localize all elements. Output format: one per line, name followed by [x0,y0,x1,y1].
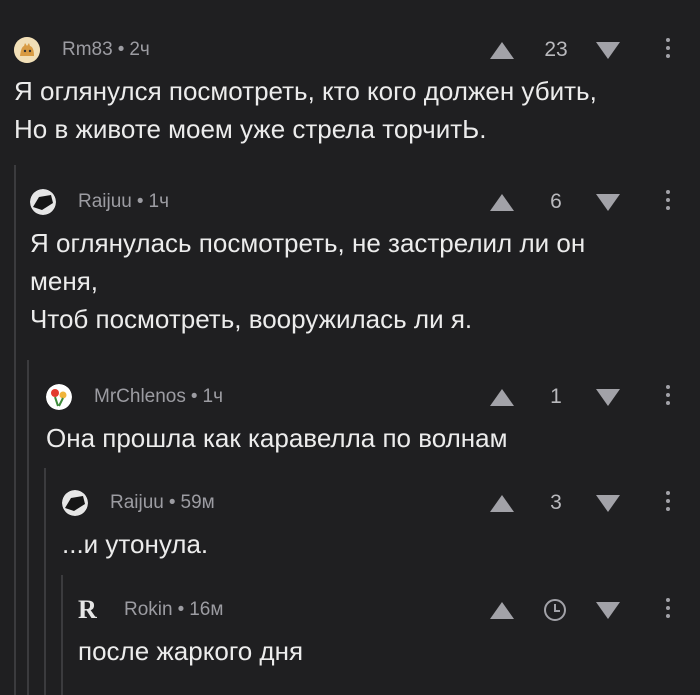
upvote-icon[interactable] [490,194,514,211]
comment: Rm83 • 2ч 23 Я оглянулся посмотреть, кто к… [14,28,700,148]
comment: MrChlenos • 1ч 1 Она прошла как каравелла … [46,375,700,457]
avatar[interactable] [30,189,56,215]
score: 6 [550,190,562,213]
comment-meta: Rm83 • 2ч [62,39,150,61]
meta-separator: • [190,386,198,407]
more-icon[interactable] [666,190,670,214]
comment-text: Я оглянулся посмотреть, кто кого должен … [14,76,597,144]
comment: Raijuu • 1ч 6 Я оглянулась посмотреть, не … [30,180,700,338]
score: 3 [550,491,562,514]
comment-meta: Raijuu • 59м [110,492,215,514]
comment-time: 1ч [148,191,169,212]
downvote-icon[interactable] [596,194,620,211]
upvote-icon[interactable] [490,602,514,619]
author-name[interactable]: Raijuu [110,492,164,513]
author-name[interactable]: Rm83 [62,39,113,60]
comment-header: Raijuu • 1ч 6 [30,180,700,220]
author-name[interactable]: Raijuu [78,191,132,212]
downvote-icon[interactable] [596,389,620,406]
dark-avatar-icon [30,189,56,215]
comment-text: после жаркого дня [78,636,304,666]
meta-separator: • [136,191,144,212]
comment: R Rokin • 16м после жаркого дня [78,588,700,670]
comment-text: ...и утонула. [62,529,209,559]
avatar[interactable]: R [78,597,98,623]
more-icon[interactable] [666,491,670,515]
downvote-icon[interactable] [596,495,620,512]
more-icon[interactable] [666,598,670,622]
comment-text: Я оглянулась посмотреть, не застрелил ли… [30,228,586,334]
meta-separator: • [168,492,176,513]
avatar[interactable] [46,384,72,410]
comment-time: 1ч [202,386,223,407]
comment-header: R Rokin • 16м [78,588,700,628]
upvote-icon[interactable] [490,42,514,59]
comment-header: Rm83 • 2ч 23 [14,28,700,68]
downvote-icon[interactable] [596,42,620,59]
upvote-icon[interactable] [490,389,514,406]
author-name[interactable]: MrChlenos [94,386,186,407]
comment: Raijuu • 59м 3 ...и утонула. [62,481,700,563]
thread-line-4 [61,575,63,695]
score: 1 [550,385,562,408]
thread-line-1 [14,165,16,695]
comment-meta: MrChlenos • 1ч [94,386,223,408]
clock-icon [544,599,566,621]
flowers-avatar-icon [46,384,72,410]
comment-time: 2ч [129,39,150,60]
avatar[interactable] [14,37,40,63]
downvote-icon[interactable] [596,602,620,619]
comment-meta: Raijuu • 1ч [78,191,169,213]
comment-header: Raijuu • 59м 3 [62,481,700,521]
score: 23 [544,38,568,61]
author-name[interactable]: Rokin [124,599,173,620]
comment-header: MrChlenos • 1ч 1 [46,375,700,415]
thread-line-2 [27,360,29,695]
r-logo-icon: R [78,597,97,623]
meta-separator: • [177,599,185,620]
more-icon[interactable] [666,385,670,409]
upvote-icon[interactable] [490,495,514,512]
comment-meta: Rokin • 16м [124,599,223,621]
meta-separator: • [117,39,125,60]
cat-avatar-icon [14,37,40,63]
thread-line-3 [44,468,46,695]
avatar[interactable] [62,490,88,516]
dark-avatar-icon [62,490,88,516]
comment-time: 16м [189,599,224,620]
comment-time: 59м [180,492,215,513]
comment-text: Она прошла как каравелла по волнам [46,423,508,453]
more-icon[interactable] [666,38,670,62]
